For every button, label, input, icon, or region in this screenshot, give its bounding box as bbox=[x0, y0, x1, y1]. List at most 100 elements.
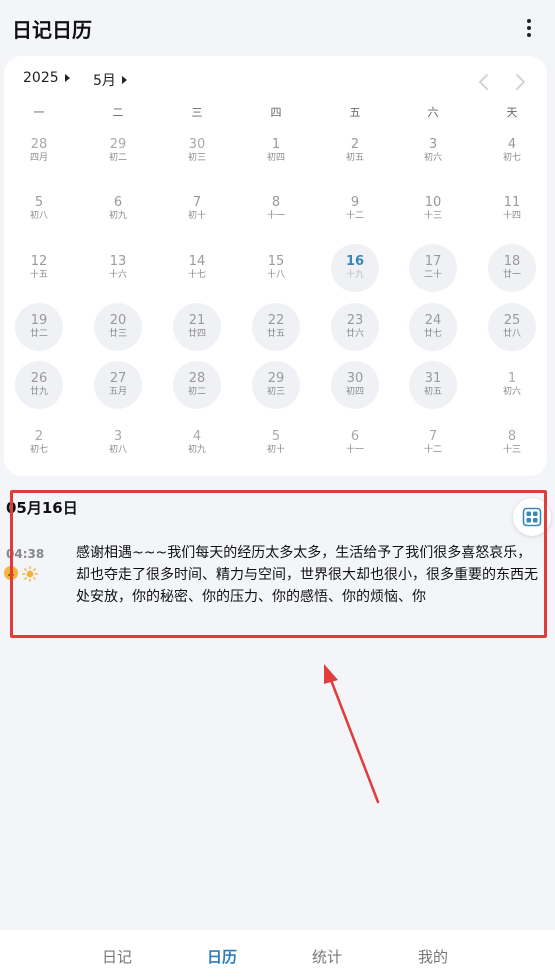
day-cell[interactable]: 24 廿七 bbox=[409, 303, 457, 351]
day-cell[interactable]: 20 廿三 bbox=[94, 303, 142, 351]
weekday-label: 四 bbox=[270, 106, 282, 119]
weekday-label: 天 bbox=[506, 106, 518, 119]
lunar-date: 十二 bbox=[345, 211, 364, 221]
day-number: 2 bbox=[34, 429, 44, 444]
day-cell[interactable]: 10 十三 bbox=[409, 185, 457, 233]
day-cell[interactable]: 30 初三 bbox=[173, 127, 221, 175]
tab-item[interactable]: 统计 bbox=[297, 946, 357, 967]
lunar-date: 廿一 bbox=[502, 270, 521, 280]
day-number: 1 bbox=[271, 137, 281, 152]
day-cell[interactable]: 28 初二 bbox=[173, 361, 221, 409]
day-cell[interactable]: 19 廿二 bbox=[15, 303, 63, 351]
day-number: 11 bbox=[503, 195, 521, 210]
more-dot bbox=[527, 26, 531, 30]
day-number: 29 bbox=[267, 371, 285, 386]
day-cell[interactable]: 27 五月 bbox=[94, 361, 142, 409]
month-selector[interactable]: 5月 bbox=[93, 70, 127, 90]
day-cell[interactable]: 15 十八 bbox=[252, 244, 300, 292]
day-number: 5 bbox=[34, 195, 44, 210]
day-cell[interactable]: 25 廿八 bbox=[488, 303, 536, 351]
lunar-date: 廿九 bbox=[29, 387, 48, 397]
lunar-date: 十六 bbox=[108, 270, 127, 280]
lunar-date: 十八 bbox=[266, 270, 285, 280]
day-cell[interactable]: 5 初八 bbox=[15, 185, 63, 233]
day-number: 18 bbox=[503, 254, 521, 269]
day-cell[interactable]: 1 初四 bbox=[252, 127, 300, 175]
more-dot bbox=[527, 19, 531, 23]
day-cell[interactable]: 28 四月 bbox=[15, 127, 63, 175]
tab-item[interactable]: 我的 bbox=[403, 946, 463, 967]
day-cell[interactable]: 9 十二 bbox=[331, 185, 379, 233]
lunar-date: 十九 bbox=[345, 270, 364, 280]
weekday-label: 五 bbox=[349, 106, 361, 119]
year-selector[interactable]: 2025 bbox=[23, 70, 70, 86]
weekday-label: 二 bbox=[112, 106, 124, 119]
lunar-date: 初十 bbox=[266, 445, 285, 455]
lunar-date: 十三 bbox=[423, 211, 442, 221]
lunar-date: 初八 bbox=[29, 211, 48, 221]
more-menu-button[interactable] bbox=[517, 13, 541, 43]
day-number: 23 bbox=[346, 313, 364, 328]
day-number: 22 bbox=[267, 313, 285, 328]
day-cell[interactable]: 8 十三 bbox=[488, 419, 536, 467]
day-number: 31 bbox=[424, 371, 442, 386]
day-number: 3 bbox=[113, 429, 123, 444]
next-month-button[interactable] bbox=[510, 72, 530, 92]
lunar-date: 十二 bbox=[423, 445, 442, 455]
day-cell[interactable]: 14 十七 bbox=[173, 244, 221, 292]
day-cell[interactable]: 31 初五 bbox=[409, 361, 457, 409]
day-cell[interactable]: 26 廿九 bbox=[15, 361, 63, 409]
day-cell[interactable]: 12 十五 bbox=[15, 244, 63, 292]
day-cell[interactable]: 7 初十 bbox=[173, 185, 221, 233]
day-number: 8 bbox=[271, 195, 281, 210]
day-cell[interactable]: 16 十九 bbox=[331, 244, 379, 292]
day-number: 30 bbox=[346, 371, 364, 386]
day-cell[interactable]: 18 廿一 bbox=[488, 244, 536, 292]
caret-right-icon bbox=[64, 74, 70, 82]
day-cell[interactable]: 22 廿五 bbox=[252, 303, 300, 351]
chevron-right-icon bbox=[516, 74, 525, 90]
weekday-label: 六 bbox=[427, 106, 439, 119]
day-number: 1 bbox=[507, 371, 517, 386]
prev-month-button[interactable] bbox=[474, 72, 494, 92]
day-cell[interactable]: 13 十六 bbox=[94, 244, 142, 292]
day-cell[interactable]: 7 十二 bbox=[409, 419, 457, 467]
day-number: 16 bbox=[345, 254, 365, 269]
lunar-date: 初二 bbox=[108, 153, 127, 163]
day-cell[interactable]: 4 初九 bbox=[173, 419, 221, 467]
tab-item[interactable]: 日历 bbox=[192, 946, 252, 967]
day-cell[interactable]: 3 初八 bbox=[94, 419, 142, 467]
day-number: 19 bbox=[30, 313, 48, 328]
day-cell[interactable]: 5 初十 bbox=[252, 419, 300, 467]
day-cell[interactable]: 6 初九 bbox=[94, 185, 142, 233]
day-cell[interactable]: 2 初五 bbox=[331, 127, 379, 175]
day-cell[interactable]: 29 初二 bbox=[94, 127, 142, 175]
lunar-date: 初七 bbox=[502, 153, 521, 163]
day-number: 26 bbox=[30, 371, 48, 386]
lunar-date: 十七 bbox=[187, 270, 206, 280]
day-cell[interactable]: 4 初七 bbox=[488, 127, 536, 175]
day-cell[interactable]: 17 二十 bbox=[409, 244, 457, 292]
day-number: 28 bbox=[30, 137, 48, 152]
day-cell[interactable]: 6 十一 bbox=[331, 419, 379, 467]
day-cell[interactable]: 30 初四 bbox=[331, 361, 379, 409]
lunar-date: 初五 bbox=[423, 387, 442, 397]
tab-item[interactable]: 日记 bbox=[87, 946, 147, 967]
day-cell[interactable]: 3 初六 bbox=[409, 127, 457, 175]
day-cell[interactable]: 2 初七 bbox=[15, 419, 63, 467]
day-cell[interactable]: 21 廿四 bbox=[173, 303, 221, 351]
day-cell[interactable]: 1 初六 bbox=[488, 361, 536, 409]
day-cell[interactable]: 23 廿六 bbox=[331, 303, 379, 351]
day-number: 6 bbox=[350, 429, 360, 444]
lunar-date: 初六 bbox=[423, 153, 442, 163]
day-cell[interactable]: 29 初三 bbox=[252, 361, 300, 409]
year-label: 2025 bbox=[23, 70, 59, 86]
lunar-date: 廿八 bbox=[502, 329, 521, 339]
lunar-date: 廿三 bbox=[108, 329, 127, 339]
day-cell[interactable]: 11 十四 bbox=[488, 185, 536, 233]
lunar-date: 初七 bbox=[29, 445, 48, 455]
chevron-left-icon bbox=[479, 74, 488, 90]
day-number: 14 bbox=[188, 254, 206, 269]
day-cell[interactable]: 8 十一 bbox=[252, 185, 300, 233]
day-number: 21 bbox=[188, 313, 206, 328]
